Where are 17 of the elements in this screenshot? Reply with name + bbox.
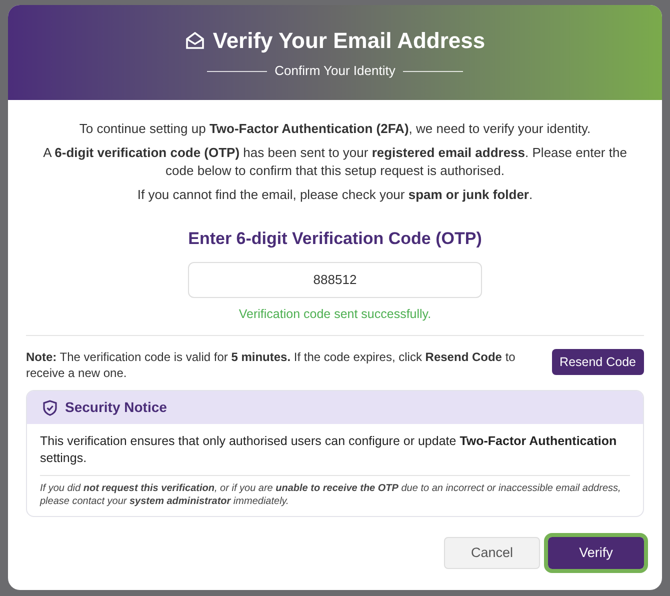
shield-check-icon [43, 400, 57, 416]
status-message: Verification code sent successfully. [238, 306, 432, 323]
intro-paragraph: A 6-digit verification code (OTP) has been sent to your registered email address. Please enter the code below to confirm that this setup request is authorised. [42, 144, 628, 180]
cancel-button[interactable]: Cancel [444, 537, 540, 570]
verify-button[interactable]: Verify [548, 537, 644, 570]
security-notice-text: This verification ensures that only authorised users can configure or update Two-Factor Authentication settings. [40, 433, 618, 468]
dialog-subtitle: Confirm Your Identity [274, 62, 396, 80]
intro-paragraph: To continue setting up Two-Factor Authentication (2FA), we need to verify your identity. [78, 120, 592, 138]
intro-paragraph: If you cannot find the email, please check your spam or junk folder. [136, 186, 534, 204]
security-notice-footnote: If you did not request this verification, or if you are unable to receive the OTP due to an incorrect or inaccessible email address, please contact your system administrator immediately. [40, 482, 622, 508]
dialog-title: Verify Your Email Address [212, 27, 486, 56]
code-label: Enter 6-digit Verification Code (OTP) [187, 228, 483, 250]
envelope-icon [184, 32, 205, 50]
note-text: Note: The verification code is valid for 5 minutes. If the code expires, click Resend Code to receive a new one. [26, 349, 516, 382]
code-field[interactable]: 888512 [188, 262, 482, 298]
resend-button[interactable]: Resend Code [552, 349, 644, 376]
security-notice-title: Security Notice [65, 398, 167, 418]
